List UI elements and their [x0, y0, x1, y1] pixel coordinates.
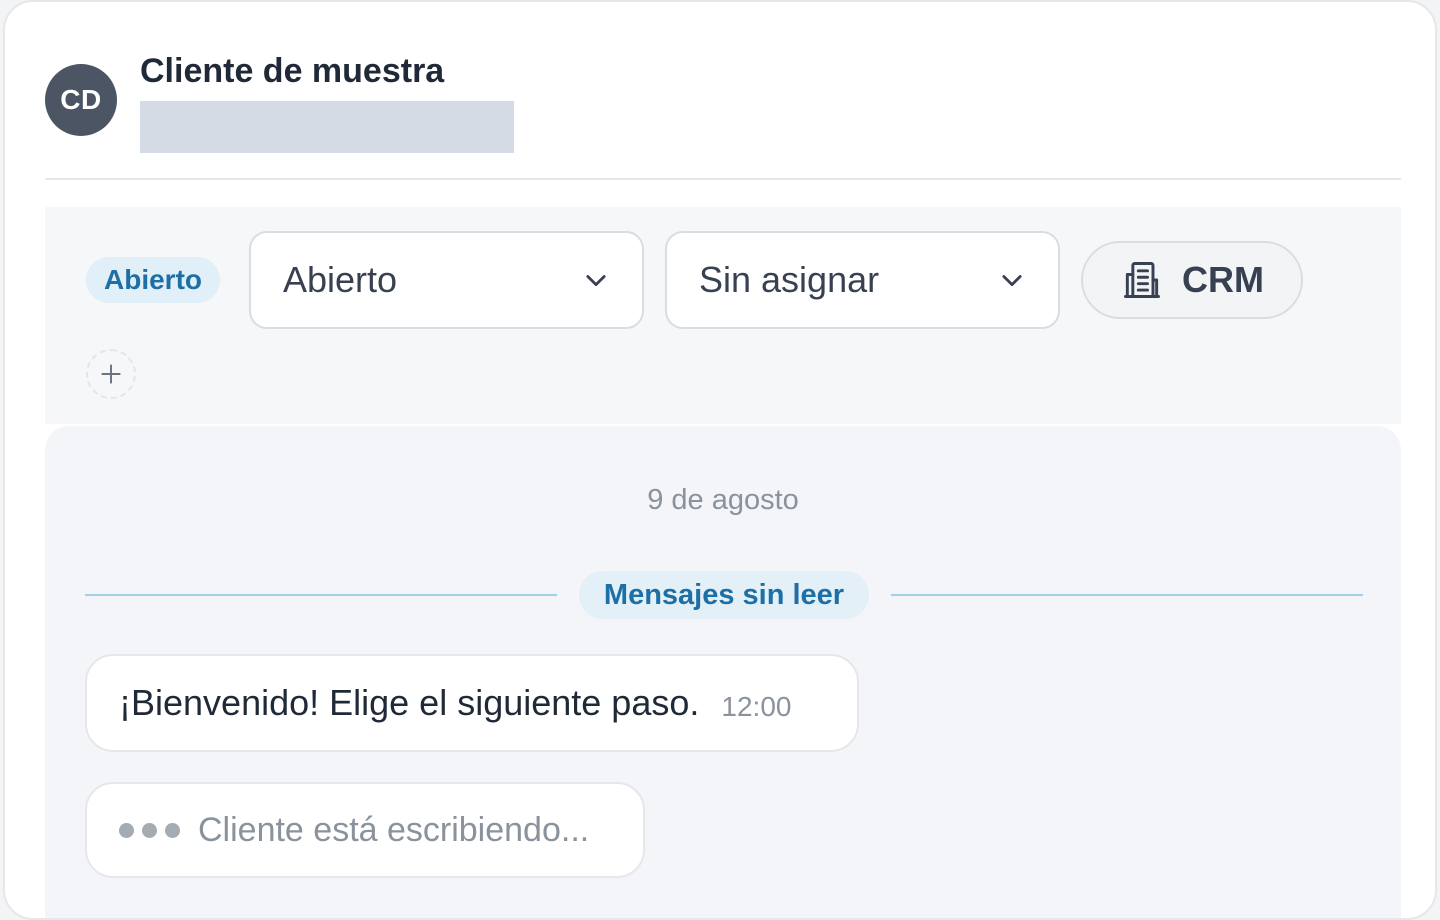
date-separator: 9 de agosto: [647, 484, 799, 516]
avatar: CD: [45, 64, 117, 136]
header-divider: [45, 178, 1401, 180]
status-badge-label: Abierto: [104, 264, 202, 295]
plus-icon: [101, 364, 121, 384]
building-icon: [1124, 262, 1160, 298]
chat-thread[interactable]: 9 de agosto Mensajes sin leer ¡Bienvenid…: [45, 426, 1401, 918]
avatar-initials: CD: [60, 84, 102, 115]
conversation-toolbar: Abierto Abierto Sin asignar CRM: [45, 207, 1401, 424]
assignee-select[interactable]: Sin asignar: [665, 231, 1060, 329]
crm-button-label: CRM: [1182, 259, 1264, 300]
unread-messages-label: Mensajes sin leer: [579, 571, 869, 619]
message-bubble: ¡Bienvenido! Elige el siguiente paso. 12…: [85, 654, 859, 752]
chevron-down-icon: [586, 275, 606, 287]
message-timestamp: 12:00: [721, 691, 792, 722]
unread-divider-left: [85, 594, 557, 596]
chevron-down-icon: [1002, 275, 1022, 287]
status-badge: Abierto: [86, 257, 220, 303]
contact-name: Cliente de muestra: [140, 52, 445, 90]
status-select-value: Abierto: [283, 259, 398, 300]
unread-messages-text: Mensajes sin leer: [603, 578, 845, 611]
assignee-select-value: Sin asignar: [699, 259, 880, 300]
typing-indicator-text: Cliente está escribiendo...: [198, 810, 590, 849]
crm-button[interactable]: CRM: [1081, 241, 1303, 319]
message-text: ¡Bienvenido! Elige el siguiente paso.: [119, 682, 700, 723]
redacted-contact-detail: [140, 101, 514, 153]
unread-divider-right: [891, 594, 1363, 596]
typing-dots-icon: [119, 822, 180, 838]
typing-indicator: Cliente está escribiendo...: [85, 782, 645, 878]
status-select[interactable]: Abierto: [249, 231, 644, 329]
conversation-panel: CD Cliente de muestra Abierto Abierto Si…: [3, 0, 1437, 920]
add-tag-button[interactable]: [86, 349, 136, 399]
